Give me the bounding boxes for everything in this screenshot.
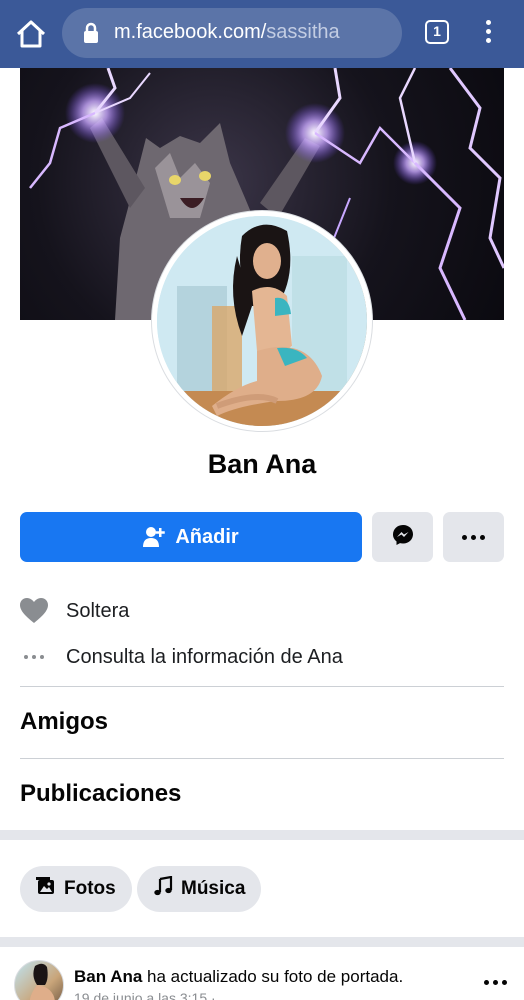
- messenger-button[interactable]: [372, 512, 433, 562]
- url-host: m.facebook.com/: [114, 21, 267, 43]
- about-info-text: Consulta la información de Ana: [66, 645, 343, 668]
- post-more-icon[interactable]: [484, 980, 507, 985]
- profile-picture[interactable]: [152, 211, 372, 431]
- divider: [20, 686, 504, 687]
- home-icon[interactable]: [14, 18, 48, 50]
- messenger-icon: [392, 524, 414, 551]
- profile-photo: [157, 216, 367, 426]
- post-author-avatar[interactable]: [14, 960, 64, 1000]
- divider: [20, 758, 504, 759]
- relationship-status: Soltera: [20, 596, 504, 626]
- url-text: m.facebook.com/sassitha: [114, 21, 340, 44]
- section-separator: [0, 830, 524, 840]
- tabs-icon[interactable]: 1: [425, 20, 449, 44]
- browser-toolbar: m.facebook.com/sassitha 1: [0, 0, 524, 68]
- music-chip[interactable]: Música: [137, 866, 262, 912]
- post-timestamp[interactable]: 19 de junio a las 3:15 ·: [74, 990, 216, 1000]
- lock-icon: [82, 22, 100, 44]
- photos-icon: [36, 876, 56, 902]
- section-separator: [0, 937, 524, 947]
- post-action-text: ha actualizado su foto de portada.: [142, 967, 404, 986]
- more-dots-icon: [20, 643, 48, 671]
- post-author-name[interactable]: Ban Ana: [74, 967, 142, 986]
- add-friend-icon: [143, 526, 166, 548]
- profile-name: Ban Ana: [207, 449, 317, 479]
- photos-label: Fotos: [64, 878, 116, 899]
- url-path: sassitha: [266, 21, 340, 43]
- add-friend-label: Añadir: [175, 525, 239, 548]
- heart-icon: [20, 597, 48, 625]
- about-info-link[interactable]: Consulta la información de Ana: [20, 642, 504, 672]
- music-label: Música: [181, 878, 246, 899]
- posts-section-title: Publicaciones: [20, 780, 182, 807]
- photos-chip[interactable]: Fotos: [20, 866, 132, 912]
- overflow-menu-icon[interactable]: [480, 20, 496, 46]
- relationship-text: Soltera: [66, 599, 130, 622]
- friends-section-title[interactable]: Amigos: [20, 708, 108, 736]
- post-headline: Ban Ana ha actualizado su foto de portad…: [74, 967, 403, 987]
- add-friend-button[interactable]: Añadir: [20, 512, 362, 562]
- music-note-icon: [153, 875, 173, 902]
- more-dots-icon: [462, 534, 485, 540]
- more-options-button[interactable]: [443, 512, 504, 562]
- address-bar[interactable]: m.facebook.com/sassitha: [62, 8, 402, 58]
